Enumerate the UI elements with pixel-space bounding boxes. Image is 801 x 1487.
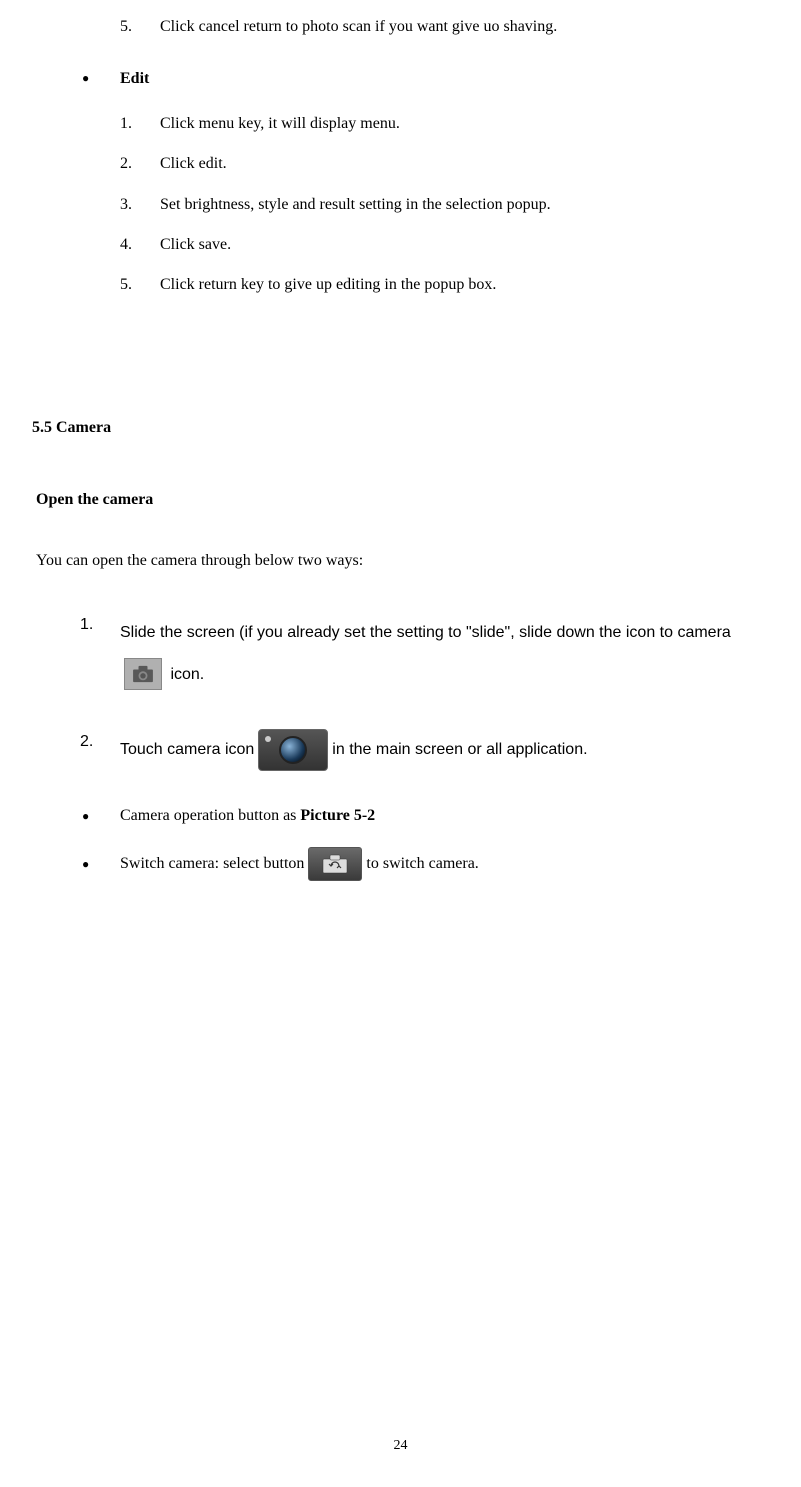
bullet-icon: ● <box>82 808 120 825</box>
edit-heading-row: ● Edit <box>82 68 781 90</box>
subsection-heading: Open the camera <box>36 489 781 511</box>
list-number: 5. <box>120 274 160 296</box>
list-number: 5. <box>120 16 160 38</box>
intro-paragraph: You can open the camera through below tw… <box>36 550 781 572</box>
list-text: Set brightness, style and result setting… <box>160 194 551 216</box>
list-item: 3. Set brightness, style and result sett… <box>120 194 781 216</box>
switch-camera-icon <box>308 847 362 881</box>
text-before: Switch camera: select button <box>120 853 304 875</box>
open-camera-ways-list: 1. Slide the screen (if you already set … <box>80 612 781 771</box>
text-after: icon. <box>170 666 204 683</box>
list-text: Click return key to give up editing in t… <box>160 274 496 296</box>
list-number: 4. <box>120 234 160 256</box>
list-item: 1. Slide the screen (if you already set … <box>80 612 781 695</box>
text-before: Touch camera icon <box>120 737 254 763</box>
list-text-container: Switch camera: select button to switch c… <box>120 847 479 881</box>
list-number: 1. <box>80 612 120 638</box>
section-heading: 5.5 Camera <box>32 417 781 439</box>
list-item: 2. Touch camera icon in the main screen … <box>80 729 781 771</box>
list-item: 2. Click edit. <box>120 153 781 175</box>
list-item: 4. Click save. <box>120 234 781 256</box>
list-text: Click save. <box>160 234 231 256</box>
text-before: Slide the screen (if you already set the… <box>120 624 731 641</box>
list-item: ● Switch camera: select button to switch… <box>82 847 781 881</box>
edit-steps-list: 1. Click menu key, it will display menu.… <box>120 113 781 297</box>
list-text: Click edit. <box>160 153 227 175</box>
list-item: ● Camera operation button as Picture 5-2 <box>82 805 781 827</box>
list-text: Click menu key, it will display menu. <box>160 113 400 135</box>
list-text: Click cancel return to photo scan if you… <box>160 16 557 38</box>
bullet-icon: ● <box>82 70 120 87</box>
text-after: to switch camera. <box>366 853 478 875</box>
list-number: 2. <box>80 729 120 755</box>
list-text-container: Touch camera icon in the main screen or … <box>120 729 781 771</box>
camera-gray-icon <box>124 658 162 690</box>
list-number: 2. <box>120 153 160 175</box>
document-page: 5. Click cancel return to photo scan if … <box>0 16 801 1476</box>
camera-color-icon <box>258 729 328 771</box>
list-item: 1. Click menu key, it will display menu. <box>120 113 781 135</box>
list-text-container: Camera operation button as Picture 5-2 <box>120 805 375 827</box>
bullet-icon: ● <box>82 856 120 873</box>
page-number: 24 <box>0 1436 801 1456</box>
list-number: 1. <box>120 113 160 135</box>
camera-features-list: ● Camera operation button as Picture 5-2… <box>82 805 781 881</box>
bold-text: Picture 5-2 <box>300 807 375 824</box>
list-number: 3. <box>120 194 160 216</box>
list-text-container: Slide the screen (if you already set the… <box>120 612 781 695</box>
edit-heading: Edit <box>120 68 149 90</box>
continued-numbered-list: 5. Click cancel return to photo scan if … <box>120 16 781 38</box>
text-after: in the main screen or all application. <box>332 737 587 763</box>
list-item: 5. Click return key to give up editing i… <box>120 274 781 296</box>
list-item: 5. Click cancel return to photo scan if … <box>120 16 781 38</box>
text-before: Camera operation button as <box>120 807 300 824</box>
